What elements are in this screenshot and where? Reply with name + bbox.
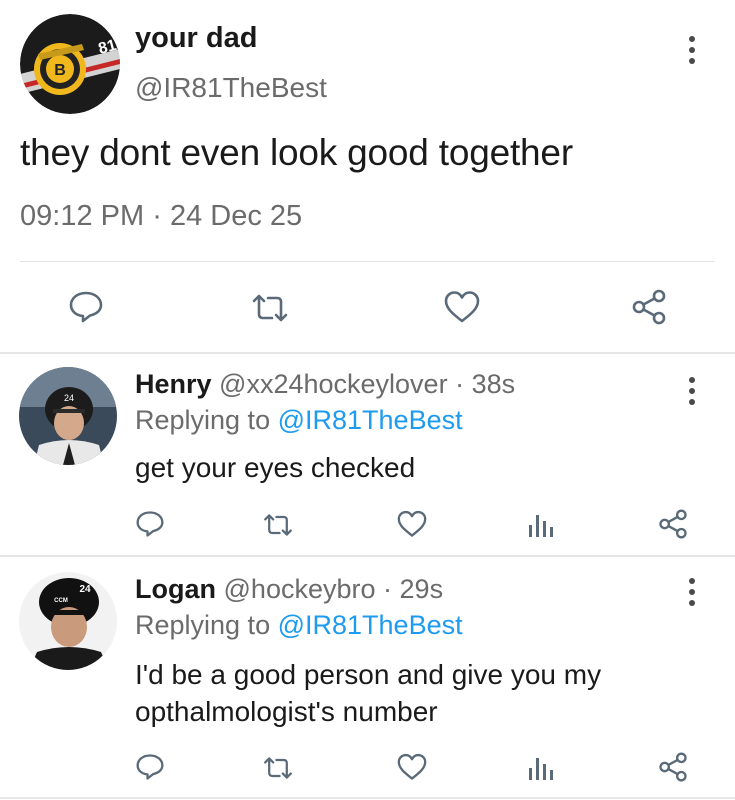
more-options-icon[interactable] bbox=[687, 377, 697, 405]
retweet-icon[interactable] bbox=[250, 292, 290, 329]
analytics-icon[interactable] bbox=[528, 511, 554, 544]
main-tweet-handle[interactable]: @IR81TheBest bbox=[135, 72, 327, 104]
reply-tweet[interactable]: 24 Henry @xx24hockeylover · 38s Replying… bbox=[0, 355, 735, 555]
analytics-icon[interactable] bbox=[528, 754, 554, 787]
like-icon[interactable] bbox=[443, 290, 481, 329]
meta-separator: · bbox=[455, 369, 465, 399]
main-tweet-avatar[interactable]: B 81 bbox=[20, 14, 120, 114]
replying-prefix: Replying to bbox=[135, 610, 271, 640]
section-divider bbox=[0, 352, 735, 354]
like-icon[interactable] bbox=[396, 510, 428, 543]
avatar-jersey-number: 24 bbox=[64, 393, 74, 403]
more-options-icon[interactable] bbox=[687, 36, 697, 64]
like-icon[interactable] bbox=[396, 753, 428, 786]
share-icon[interactable] bbox=[631, 289, 667, 330]
meta-separator: · bbox=[383, 574, 393, 604]
more-options-icon[interactable] bbox=[687, 578, 697, 606]
main-tweet-text: they dont even look good together bbox=[20, 132, 573, 173]
meta-separator: · bbox=[152, 200, 162, 232]
reply-text: I'd be a good person and give you my opt… bbox=[135, 659, 602, 727]
reply-icon[interactable] bbox=[68, 290, 104, 329]
tweet-time: 09:12 PM bbox=[20, 200, 145, 232]
main-tweet: B 81 your dad @IR81TheBest they dont eve… bbox=[0, 0, 735, 355]
avatar-jersey-number: 24 bbox=[79, 584, 91, 595]
main-tweet-timestamp: 09:12 PM · 24 Dec 25 bbox=[20, 200, 302, 233]
reply-avatar[interactable]: 24 bbox=[19, 367, 117, 465]
retweet-icon[interactable] bbox=[262, 755, 294, 786]
replying-mention[interactable]: @IR81TheBest bbox=[278, 405, 463, 435]
reply-age: 38s bbox=[471, 369, 516, 399]
reply-age: 29s bbox=[399, 574, 444, 604]
reply-name[interactable]: Logan bbox=[135, 574, 216, 604]
reply-text: get your eyes checked bbox=[135, 452, 416, 483]
reply-header: Henry @xx24hockeylover · 38s bbox=[135, 369, 515, 400]
reply-avatar[interactable]: 24 CCM bbox=[19, 572, 117, 670]
helmet-brand: CCM bbox=[54, 598, 68, 604]
replying-to: Replying to @IR81TheBest bbox=[135, 405, 463, 436]
reply-icon[interactable] bbox=[135, 510, 165, 543]
replying-prefix: Replying to bbox=[135, 405, 271, 435]
section-divider bbox=[0, 555, 735, 557]
main-tweet-name[interactable]: your dad bbox=[135, 22, 257, 55]
share-icon[interactable] bbox=[658, 509, 688, 544]
reply-tweet[interactable]: 24 CCM Logan @hockeybro · 29s Replying t… bbox=[0, 558, 735, 800]
reply-header: Logan @hockeybro · 29s bbox=[135, 574, 443, 605]
divider bbox=[20, 261, 715, 262]
svg-text:B: B bbox=[54, 62, 66, 79]
reply-name[interactable]: Henry bbox=[135, 369, 212, 399]
reply-icon[interactable] bbox=[135, 753, 165, 786]
tweet-date: 24 Dec 25 bbox=[169, 200, 303, 232]
retweet-icon[interactable] bbox=[262, 512, 294, 543]
replying-mention[interactable]: @IR81TheBest bbox=[278, 610, 463, 640]
reply-handle[interactable]: @xx24hockeylover bbox=[219, 369, 448, 399]
section-divider bbox=[0, 797, 735, 799]
share-icon[interactable] bbox=[658, 752, 688, 787]
reply-handle[interactable]: @hockeybro bbox=[224, 574, 376, 604]
replying-to: Replying to @IR81TheBest bbox=[135, 610, 463, 641]
